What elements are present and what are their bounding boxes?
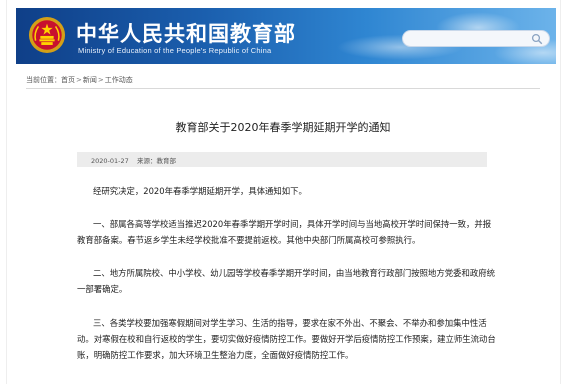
breadcrumb-prefix: 当前位置： <box>26 76 61 84</box>
breadcrumb-separator: > <box>76 76 82 84</box>
article-paragraph-intro: 经研究决定，2020年春季学期延期开学，具体通知如下。 <box>93 186 307 196</box>
site-header-banner: 中华人民共和国教育部 Ministry of Education of the … <box>16 8 556 64</box>
breadcrumb-link-news[interactable]: 新闻 <box>83 75 97 85</box>
page: 中华人民共和国教育部 Ministry of Education of the … <box>0 0 566 384</box>
breadcrumb-separator: > <box>97 76 104 84</box>
site-title-chinese[interactable]: 中华人民共和国教育部 <box>76 18 296 48</box>
search-input[interactable] <box>411 32 529 45</box>
national-emblem-icon[interactable] <box>28 16 66 54</box>
breadcrumb-divider <box>26 88 540 89</box>
breadcrumb-link-work-news[interactable]: 工作动态 <box>105 75 133 85</box>
article-source-label: 来源： <box>137 157 157 165</box>
page-frame-left <box>6 0 7 384</box>
site-search-box[interactable] <box>402 30 550 47</box>
breadcrumb-link-home[interactable]: 首页 <box>61 75 75 85</box>
article-paragraph-3: 三、各类学校要加强寒假期间对学生学习、生活的指导，要求在家不外出、不聚会、不举办… <box>77 318 496 360</box>
article-meta-bar: 2020-01-27 来源：教育部 <box>77 152 487 167</box>
article-paragraph-1: 一、部属各高等学校适当推迟2020年春季学期开学时间，具体开学时间与当地高校开学… <box>77 219 492 245</box>
article-source: 教育部 <box>156 157 177 165</box>
search-icon[interactable] <box>531 33 543 45</box>
breadcrumb: 当前位置：首页>新闻>工作动态 <box>26 75 133 87</box>
article-paragraph-2: 二、地方所属院校、中小学校、幼儿园等学校春季学期开学时间，由当地教育行政部门按照… <box>77 268 495 294</box>
page-frame-right <box>560 0 561 384</box>
article-date: 2020-01-27 <box>91 157 129 165</box>
article-title: 教育部关于2020年春季学期延期开学的通知 <box>175 121 391 134</box>
site-title-english: Ministry of Education of the People's Re… <box>78 46 272 55</box>
